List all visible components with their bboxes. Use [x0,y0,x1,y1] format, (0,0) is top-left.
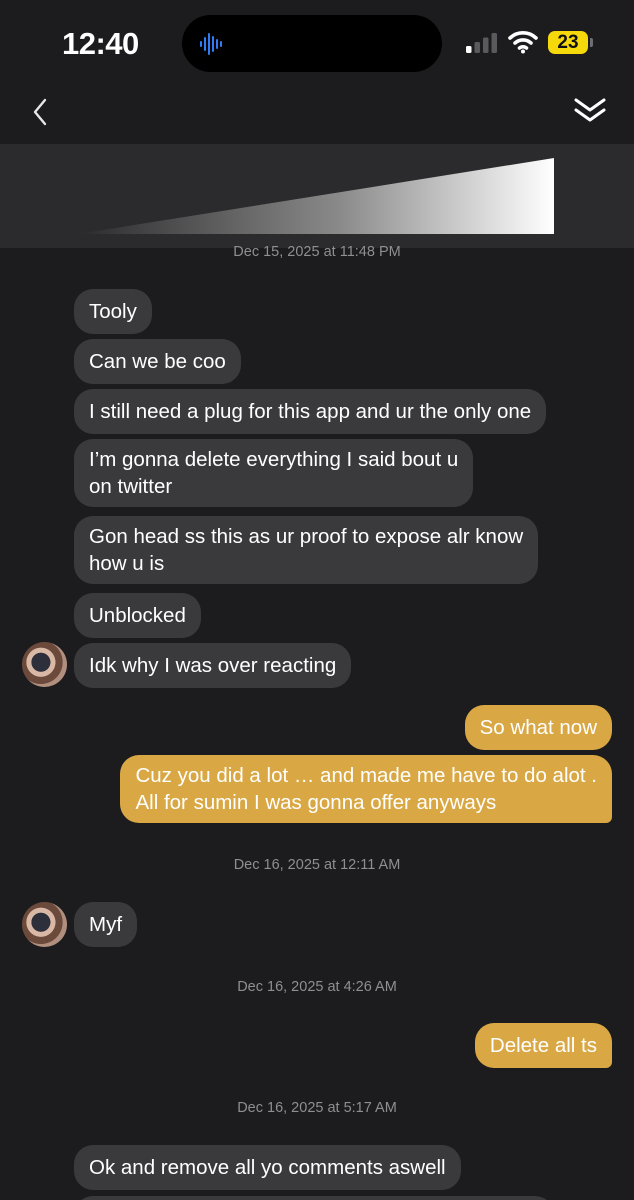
message-bubble-incoming[interactable]: Tooly [74,289,152,334]
message-bubble-outgoing[interactable]: Cuz you did a lot … and made me have to … [120,755,612,823]
message-text: I still need a plug for this app and ur … [89,400,532,423]
message-bubble-incoming-partial[interactable] [74,1196,554,1200]
audio-waveform-icon [200,33,222,55]
collapse-button[interactable] [572,96,608,126]
message-text-line: on twitter [89,475,173,498]
back-button[interactable] [26,94,56,130]
message-bubble-outgoing[interactable]: So what now [464,705,612,750]
message-bubble-outgoing[interactable]: Delete all ts [474,1023,612,1068]
contact-avatar[interactable] [22,642,67,687]
message-text: So what now [479,716,597,739]
message-text: Can we be coo [89,350,226,373]
timestamp-label: Dec 16, 2025 at 5:17 AM [237,1100,397,1116]
message-text: Ok and remove all yo comments aswell [89,1156,446,1179]
message-bubble-incoming[interactable]: I’m gonna delete everything I said bout … [74,439,474,507]
timestamp-label: Dec 16, 2025 at 4:26 AM [237,979,397,995]
message-text-line: All for sumin I was gonna offer anyways [135,791,497,814]
cellular-signal-icon [466,33,497,53]
double-chevron-down-icon [574,98,606,122]
battery-indicator: 23 [548,31,588,54]
message-text: Myf [89,913,123,936]
message-text: Idk why I was over reacting [89,654,337,677]
attachment-preview[interactable] [0,144,634,248]
message-text-line: I’m gonna delete everything I said bout … [89,448,459,471]
message-text-line: how u is [89,552,165,575]
dynamic-island[interactable] [182,15,442,72]
message-bubble-incoming[interactable]: Idk why I was over reacting [74,643,352,688]
status-time: 12:40 [62,26,139,61]
message-bubble-incoming[interactable]: Ok and remove all yo comments aswell [74,1145,461,1190]
contact-avatar[interactable] [22,902,67,947]
message-text: Delete all ts [489,1034,597,1057]
message-bubble-incoming[interactable]: I still need a plug for this app and ur … [74,389,547,434]
message-text: Unblocked [89,604,186,627]
message-text-line: Gon head ss this as ur proof to expose a… [89,525,524,548]
wifi-icon [508,31,538,54]
chevron-left-icon [33,98,47,126]
message-bubble-incoming[interactable]: Gon head ss this as ur proof to expose a… [74,516,539,584]
status-bar: 12:40 23 [0,0,634,88]
timestamp-label: Dec 15, 2025 at 11:48 PM [233,244,401,260]
message-text-line: Cuz you did a lot … and made me have to … [135,764,597,787]
message-bubble-incoming[interactable]: Unblocked [74,593,201,638]
messages-screen: 12:40 23 Dec 15, 2025 at 11:48 PM Tooly … [0,0,634,1200]
message-bubble-incoming[interactable]: Can we be coo [74,339,241,384]
timestamp-label: Dec 16, 2025 at 12:11 AM [233,857,401,873]
battery-nub [590,38,593,47]
message-text: Tooly [89,300,137,323]
image-preview-thumbnail [78,158,554,234]
message-bubble-incoming[interactable]: Myf [74,902,138,947]
